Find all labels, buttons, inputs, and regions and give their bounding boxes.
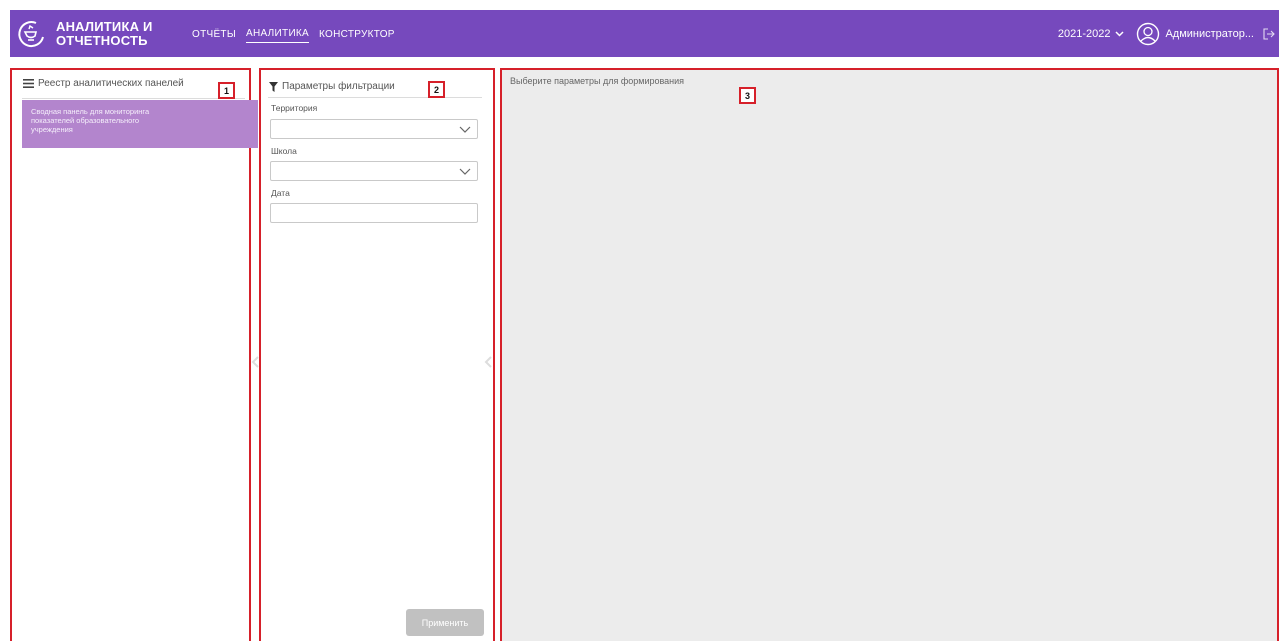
registry-item-line-1: Сводная панель для мониторинга (31, 107, 150, 116)
user-name[interactable]: Администратор... (1165, 28, 1254, 40)
annotation-badge-1: 1 (218, 82, 235, 99)
registry-panel-header: Реестр аналитических панелей (23, 78, 184, 89)
nav-reports[interactable]: ОТЧЁТЫ (192, 25, 236, 43)
page: АНАЛИТИКА И ОТЧЕТНОСТЬ ОТЧЁТЫ АНАЛИТИКА … (0, 0, 1279, 641)
territory-label: Территория (271, 103, 318, 113)
chevron-down-icon (459, 126, 471, 133)
app-header: АНАЛИТИКА И ОТЧЕТНОСТЬ ОТЧЁТЫ АНАЛИТИКА … (10, 10, 1279, 57)
empty-state-message: Выберите параметры для формирования (510, 76, 685, 86)
filter-icon (269, 81, 278, 92)
logo-line-2: ОТЧЕТНОСТЬ (56, 32, 148, 48)
nav-constructor[interactable]: КОНСТРУКТОР (319, 25, 395, 43)
logo-text: АНАЛИТИКА И ОТЧЕТНОСТЬ (56, 18, 156, 48)
annotation-badge-3: 3 (739, 87, 756, 104)
logo-line-1: АНАЛИТИКА И (56, 18, 153, 34)
registry-item-line-3: учреждения (31, 125, 73, 134)
filter-panel-title: Параметры фильтрации (282, 81, 395, 92)
filter-divider (268, 97, 482, 98)
year-selector[interactable]: 2021-2022 (1058, 28, 1125, 40)
header-right: 2021-2022 Администратор... (1058, 10, 1279, 57)
registry-item-line-2: показателей образовательного (31, 116, 140, 125)
school-label: Школа (271, 146, 297, 156)
registry-item-dashboard[interactable]: Сводная панель для мониторинга показател… (22, 100, 258, 148)
year-value: 2021-2022 (1057, 27, 1111, 40)
annotation-badge-2: 2 (428, 81, 445, 98)
logo-icon (18, 20, 44, 47)
school-select[interactable] (270, 161, 478, 181)
registry-panel-title: Реестр аналитических панелей (38, 78, 184, 89)
app-logo[interactable]: АНАЛИТИКА И ОТЧЕТНОСТЬ (16, 19, 156, 49)
content-panel: Выберите параметры для формирования (500, 68, 1279, 641)
user-avatar-icon[interactable] (1136, 22, 1160, 46)
collapse-handle-icon[interactable] (484, 356, 493, 368)
chevron-down-icon (459, 168, 471, 175)
registry-panel: Реестр аналитических панелей Сводная пан… (10, 68, 258, 641)
filter-panel-header: Параметры фильтрации (269, 81, 395, 92)
date-input[interactable] (270, 203, 478, 223)
registry-divider (22, 98, 245, 99)
chevron-down-icon (1115, 30, 1124, 37)
territory-select[interactable] (270, 119, 478, 139)
main-nav: ОТЧЁТЫ АНАЛИТИКА КОНСТРУКТОР (192, 10, 405, 57)
date-label: Дата (271, 188, 290, 198)
apply-button[interactable]: Применить (406, 609, 484, 636)
menu-icon (23, 79, 34, 88)
filter-panel: Параметры фильтрации Территория Школа Да… (259, 68, 495, 641)
nav-analytics[interactable]: АНАЛИТИКА (246, 24, 310, 43)
collapse-handle-icon[interactable] (251, 356, 260, 368)
logout-icon[interactable] (1263, 27, 1275, 40)
